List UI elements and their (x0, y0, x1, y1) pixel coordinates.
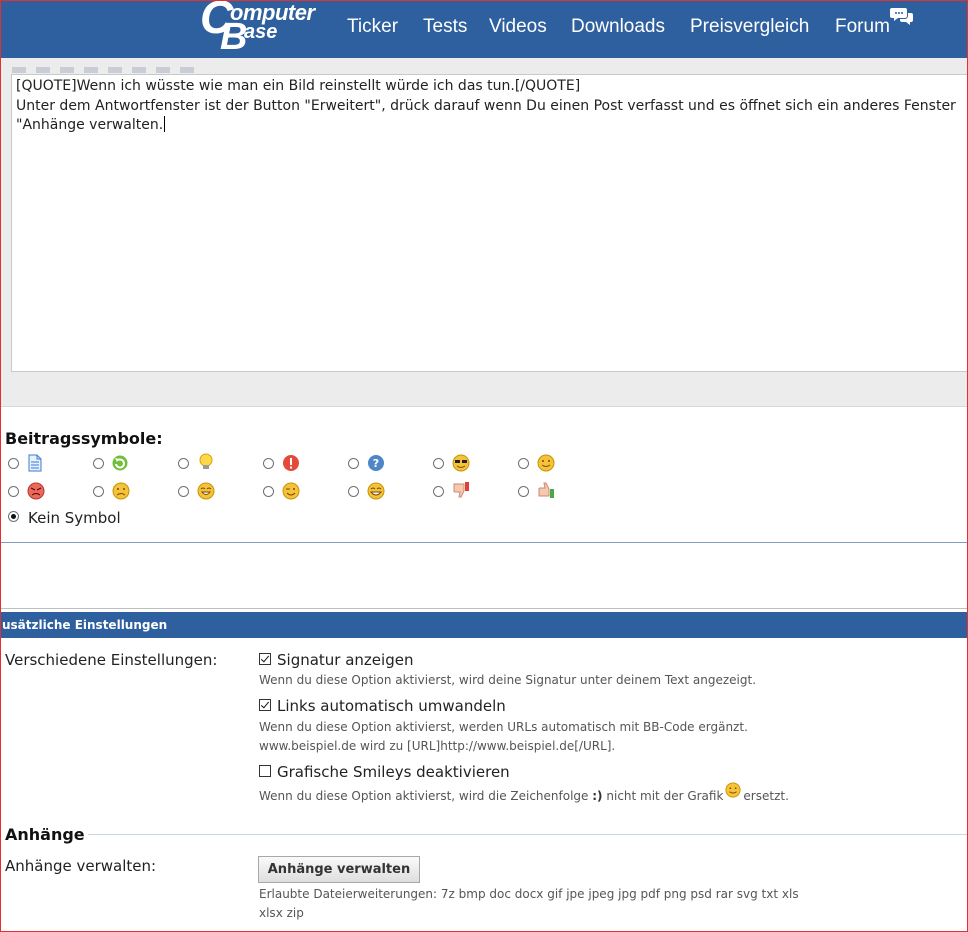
toolbar-button[interactable] (180, 67, 194, 73)
post-icon-radio[interactable] (263, 486, 274, 497)
editor-line-text: "Anhänge verwalten. (16, 117, 164, 133)
exclamation-icon (283, 455, 299, 471)
post-icon-radio[interactable] (348, 458, 359, 469)
toolbar-button[interactable] (108, 67, 122, 73)
divider (0, 608, 968, 609)
document-icon (28, 454, 42, 472)
manage-attachments-button[interactable]: Anhänge verwalten (258, 856, 420, 883)
post-icon-radio[interactable] (433, 486, 444, 497)
desc-text: Wenn du diese Option aktivierst, wird di… (259, 789, 589, 803)
disable-smileys-checkbox[interactable] (259, 765, 271, 777)
editor-toolbar (12, 58, 232, 73)
laugh-smiley-icon (367, 482, 385, 500)
nav-preisvergleich[interactable]: Preisvergleich (690, 16, 809, 38)
post-icon-radio[interactable] (8, 486, 19, 497)
post-icon-radio[interactable] (348, 486, 359, 497)
question-icon: ? (368, 455, 384, 471)
disable-smileys-label[interactable]: Grafische Smileys deaktivieren (277, 763, 510, 781)
post-icon-radio[interactable] (518, 486, 529, 497)
divider (88, 834, 968, 835)
editor-line-with-caret: "Anhänge verwalten. (16, 116, 166, 134)
toolbar-button[interactable] (60, 67, 74, 73)
misc-settings-label: Verschiedene Einstellungen: (5, 651, 218, 669)
post-icon-radio[interactable] (433, 458, 444, 469)
post-icon-radio[interactable] (93, 486, 104, 497)
toolbar-button[interactable] (36, 67, 50, 73)
auto-links-label[interactable]: Links automatisch umwandeln (277, 697, 506, 715)
svg-text:?: ? (373, 457, 379, 470)
refresh-arrow-icon (112, 455, 128, 471)
post-icon-radio[interactable] (263, 458, 274, 469)
editor-line: [QUOTE]Wenn ich wüsste wie man ein Bild … (16, 78, 581, 94)
thumbs-down-icon (453, 482, 469, 498)
no-icon-label: Kein Symbol (28, 509, 121, 527)
allowed-extensions-cont: xlsx zip (259, 906, 304, 920)
post-icon-radio[interactable] (8, 458, 19, 469)
frown-smiley-icon (112, 482, 130, 500)
logo-text-line2: ase (244, 21, 278, 43)
auto-links-desc: Wenn du diese Option aktivierst, werden … (259, 720, 748, 734)
divider (0, 542, 968, 543)
nav-forum[interactable]: Forum (835, 16, 890, 38)
chat-bubbles-icon[interactable] (890, 6, 914, 26)
lightbulb-icon (199, 453, 213, 469)
smile-smiley-icon (537, 454, 555, 472)
attachments-title: Anhänge (5, 825, 85, 844)
grin-smiley-icon (197, 482, 215, 500)
nav-downloads[interactable]: Downloads (571, 16, 665, 38)
desc-text: nicht mit der Grafik (606, 789, 724, 803)
editor-line: Unter dem Antwortfenster ist der Button … (16, 98, 956, 114)
post-icon-radio[interactable] (518, 458, 529, 469)
text-caret (164, 116, 166, 132)
auto-links-example: www.beispiel.de wird zu [URL]http://www.… (259, 739, 616, 753)
editor-container: [QUOTE]Wenn ich wüsste wie man ein Bild … (0, 58, 968, 407)
top-navigation-bar: C omputer B ase Ticker Tests Videos Down… (0, 0, 968, 58)
toolbar-button[interactable] (132, 67, 146, 73)
smile-smiley-icon (725, 782, 741, 798)
no-icon-radio[interactable] (8, 511, 19, 522)
show-signature-desc: Wenn du diese Option aktivierst, wird de… (259, 673, 757, 687)
post-icon-radio[interactable] (178, 486, 189, 497)
additional-settings-header: usätzliche Einstellungen (0, 612, 968, 638)
smiley-code: :) (592, 789, 603, 803)
post-icon-radio[interactable] (93, 458, 104, 469)
post-icon-radio[interactable] (178, 458, 189, 469)
manage-attachments-label: Anhänge verwalten: (5, 857, 157, 875)
thumbs-up-icon (538, 482, 554, 498)
wink-smiley-icon (282, 482, 300, 500)
auto-links-checkbox[interactable] (259, 699, 271, 711)
toolbar-button[interactable] (84, 67, 98, 73)
allowed-extensions: Erlaubte Dateierweiterungen: 7z bmp doc … (259, 887, 799, 901)
toolbar-button[interactable] (156, 67, 170, 73)
post-icons-title: Beitragssymbole: (5, 429, 163, 448)
disable-smileys-desc: Wenn du diese Option aktivierst, wird di… (259, 782, 789, 806)
nav-ticker[interactable]: Ticker (347, 16, 398, 38)
show-signature-checkbox[interactable] (259, 653, 271, 665)
toolbar-button[interactable] (12, 67, 26, 73)
computerbase-logo[interactable]: C omputer B ase (200, 0, 320, 56)
nav-videos[interactable]: Videos (489, 16, 547, 38)
message-textarea[interactable]: [QUOTE]Wenn ich wüsste wie man ein Bild … (11, 74, 968, 372)
angry-smiley-icon (27, 482, 45, 500)
show-signature-label[interactable]: Signatur anzeigen (277, 651, 413, 669)
sunglasses-smiley-icon (452, 454, 470, 472)
nav-tests[interactable]: Tests (423, 16, 467, 38)
desc-text: ersetzt. (743, 789, 789, 803)
